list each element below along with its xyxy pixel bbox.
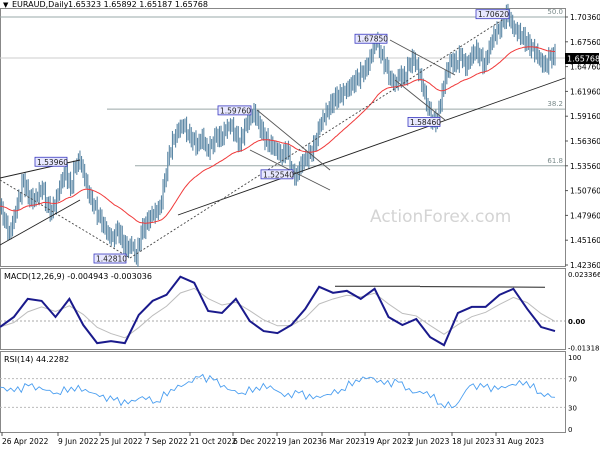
chart-canvas: ActionForex.com 1.703601.675601.647601.6… bbox=[0, 0, 600, 446]
price-annotation-label: 1.42810 bbox=[96, 255, 127, 264]
rsi-tick-label: 100 bbox=[568, 354, 581, 362]
date-tick-label: 9 Jun 2022 bbox=[58, 437, 99, 446]
price-annotation-label: 1.58460 bbox=[410, 118, 441, 127]
fib-label: 38.2 bbox=[547, 100, 563, 108]
macd-tick-label: 0.023366 bbox=[568, 271, 600, 279]
price-tick-label: 1.47960 bbox=[570, 211, 600, 220]
rsi-tick-label: 70 bbox=[568, 376, 577, 384]
rsi-panel bbox=[0, 351, 566, 433]
date-tick-label: 2 Jun 2023 bbox=[409, 437, 450, 446]
price-tick-label: 1.61960 bbox=[570, 87, 600, 96]
rsi-tick-label: 30 bbox=[568, 404, 577, 412]
price-tick-label: 1.56360 bbox=[570, 137, 600, 146]
dropdown-triangle-icon[interactable]: ▼ bbox=[3, 1, 9, 9]
rsi-title: RSI(14) 44.2282 bbox=[4, 355, 69, 364]
price-tick-label: 1.67560 bbox=[570, 38, 600, 47]
current-price-label: 1.65768 bbox=[567, 55, 600, 64]
price-panel bbox=[0, 8, 566, 267]
symbol-label: EURAUD,Daily bbox=[12, 0, 69, 9]
price-tick-label: 1.70360 bbox=[570, 13, 600, 22]
macd-tick-label: -0.013186 bbox=[568, 345, 600, 353]
price-annotation-label: 1.53960 bbox=[37, 158, 68, 167]
macd-resistance-line bbox=[419, 286, 546, 288]
date-tick-label: 26 Apr 2022 bbox=[2, 437, 49, 446]
macd-title: MACD(12,26,9) -0.004943 -0.003036 bbox=[4, 272, 152, 281]
price-tick-label: 1.45160 bbox=[570, 236, 600, 245]
fib-label: 50.0 bbox=[547, 8, 563, 16]
price-annotation-label: 1.67850 bbox=[357, 35, 388, 44]
watermark: ActionForex.com bbox=[370, 207, 511, 227]
date-tick-label: 6 Mar 2023 bbox=[322, 437, 365, 446]
price-annotation-label: 1.59760 bbox=[220, 106, 251, 115]
date-tick-label: 19 Apr 2023 bbox=[365, 437, 412, 446]
price-tick-label: 1.53560 bbox=[570, 162, 600, 171]
date-tick-label: 6 Dec 2022 bbox=[233, 437, 276, 446]
macd-tick-label: 0.00 bbox=[568, 318, 585, 326]
date-tick-label: 25 Jul 2022 bbox=[100, 437, 143, 446]
fib-label: 61.8 bbox=[547, 157, 563, 165]
rsi-tick-label: 0 bbox=[568, 426, 572, 434]
price-annotation-label: 1.70620 bbox=[478, 10, 509, 19]
date-tick-label: 7 Sep 2022 bbox=[145, 437, 188, 446]
price-tick-label: 1.59160 bbox=[570, 112, 600, 121]
ohlc-label: 1.65323 1.65892 1.65187 1.65768 bbox=[68, 0, 208, 9]
date-tick-label: 31 Aug 2023 bbox=[496, 437, 544, 446]
price-annotation-label: 1.52540 bbox=[263, 170, 294, 179]
date-tick-label: 19 Jan 2023 bbox=[277, 437, 322, 446]
price-tick-label: 1.50760 bbox=[570, 187, 600, 196]
price-tick-label: 1.42360 bbox=[570, 261, 600, 270]
date-tick-label: 18 Jul 2023 bbox=[452, 437, 495, 446]
date-tick-label: 21 Oct 2022 bbox=[190, 437, 237, 446]
